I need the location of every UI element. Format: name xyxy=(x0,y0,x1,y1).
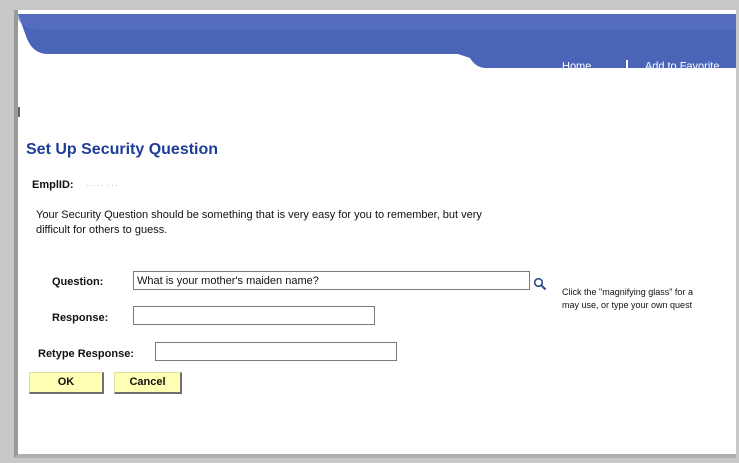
question-input[interactable] xyxy=(133,271,530,290)
retype-response-label: Retype Response: xyxy=(38,348,134,360)
hint-line-2: may use, or type your own quest xyxy=(562,300,693,310)
divider-mark xyxy=(18,107,20,117)
lookup-hint-text: Click the "magnifying glass" for a may u… xyxy=(562,286,693,312)
page-title: Set Up Security Question xyxy=(26,141,219,158)
hint-line-1: Click the "magnifying glass" for a xyxy=(562,287,693,297)
nav-divider xyxy=(626,60,629,73)
header-nav: Home Add to Favorite xyxy=(562,60,719,73)
emplid-value: ····· ··· xyxy=(86,181,119,190)
emplid-label: EmplID: xyxy=(32,179,74,191)
instructions-text: Your Security Question should be somethi… xyxy=(36,209,482,236)
magnifying-glass-icon[interactable] xyxy=(533,277,547,296)
response-label: Response: xyxy=(52,312,109,324)
add-to-favorites-link[interactable]: Add to Favorite xyxy=(645,60,720,72)
question-label: Question: xyxy=(52,276,104,288)
browser-content: Home Add to Favorite Set Up Security Que… xyxy=(14,10,736,458)
home-link[interactable]: Home xyxy=(562,60,591,72)
cancel-button[interactable]: Cancel xyxy=(114,372,182,394)
retype-response-input[interactable] xyxy=(155,342,397,361)
response-input[interactable] xyxy=(133,306,375,325)
ok-button[interactable]: OK xyxy=(29,372,104,394)
